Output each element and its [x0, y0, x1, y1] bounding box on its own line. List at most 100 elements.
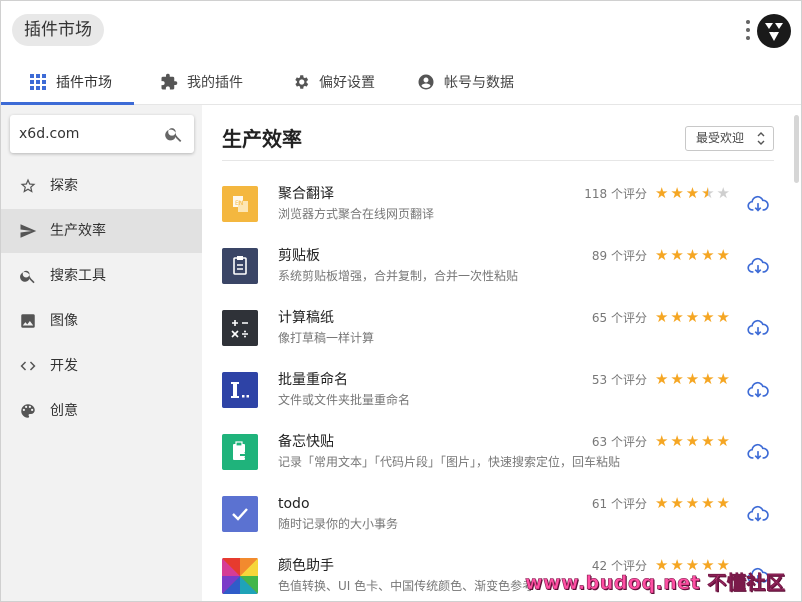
clipboard-icon	[222, 248, 258, 284]
sidebar-item-label: 开发	[50, 358, 78, 374]
plugin-description: 浏览器方式聚合在线网页翻译	[278, 207, 435, 221]
chevron-up-down-icon	[757, 132, 765, 145]
download-cloud-icon[interactable]	[747, 193, 769, 215]
rating-count: 118 个评分	[584, 187, 647, 201]
download-cloud-icon[interactable]	[747, 441, 769, 463]
rating-stars: ★ ★ ★ ★ ★	[654, 309, 732, 325]
search-input[interactable]	[19, 115, 159, 153]
tab-account-data[interactable]: 帐号与数据	[417, 59, 514, 105]
plugin-name: todo	[278, 496, 310, 512]
color-wheel-icon	[222, 558, 258, 594]
sidebar-item-label: 生产效率	[50, 223, 106, 239]
star-icon: ★	[670, 494, 684, 512]
tab-preferences[interactable]: 偏好设置	[292, 59, 375, 105]
star-icon: ★	[670, 184, 684, 202]
star-icon: ★	[654, 246, 669, 264]
tab-label: 插件市场	[56, 75, 112, 91]
star-icon: ★	[654, 370, 669, 388]
plugin-row[interactable]: EN 聚合翻译 浏览器方式聚合在线网页翻译 118 个评分 ★ ★ ★ ★ ★	[202, 182, 782, 244]
star-icon: ★	[654, 494, 669, 512]
header-bar: 插件市场	[1, 1, 801, 59]
plugin-name: 备忘快贴	[278, 434, 334, 450]
star-icon: ★	[701, 370, 715, 388]
app-title-chip: 插件市场	[12, 14, 104, 46]
star-icon: ★	[654, 308, 669, 326]
sort-select[interactable]: 最受欢迎	[685, 126, 774, 151]
plugin-row[interactable]: 批量重命名 文件或文件夹批量重命名 53 个评分 ★ ★ ★ ★ ★	[202, 368, 782, 430]
rating-count: 89 个评分	[591, 249, 647, 263]
rating-stars: ★ ★ ★ ★ ★	[654, 495, 732, 511]
star-icon: ★	[716, 246, 730, 264]
tab-label: 帐号与数据	[444, 75, 514, 91]
plugin-description: 像打草稿一样计算	[278, 331, 375, 345]
plugin-row[interactable]: 剪贴板 系统剪贴板增强，合并复制，合并一次性粘贴 89 个评分 ★ ★ ★ ★ ★	[202, 244, 782, 306]
star-icon: ★	[701, 494, 715, 512]
sort-selected-value: 最受欢迎	[696, 131, 745, 145]
download-cloud-icon[interactable]	[747, 317, 769, 339]
sidebar-item-label: 图像	[50, 313, 78, 329]
plugin-description: 文件或文件夹批量重命名	[278, 393, 411, 407]
translate-icon: EN	[222, 186, 258, 222]
rating-count: 65 个评分	[591, 311, 647, 325]
sidebar-item-creative[interactable]: 创意	[1, 389, 202, 433]
rating-count: 63 个评分	[591, 435, 647, 449]
sidebar-item-dev[interactable]: 开发	[1, 344, 202, 388]
star-icon: ★	[716, 370, 730, 388]
scrollbar[interactable]	[794, 115, 799, 183]
rename-icon	[222, 372, 258, 408]
download-cloud-icon[interactable]	[747, 255, 769, 277]
utools-logo-icon[interactable]	[756, 13, 792, 49]
plugin-row[interactable]: 计算稿纸 像打草稿一样计算 65 个评分 ★ ★ ★ ★ ★	[202, 306, 782, 368]
sidebar-item-search-tools[interactable]: 搜索工具	[1, 254, 202, 298]
plugin-description: 随时记录你的大小事务	[278, 517, 399, 531]
more-vertical-icon[interactable]	[741, 18, 755, 42]
plugin-description: 记录「常用文本」「代码片段」「图片」，快速搜索定位，回车粘贴	[278, 455, 621, 469]
memo-paste-icon	[222, 434, 258, 470]
download-cloud-icon[interactable]	[747, 379, 769, 401]
plugin-name: 颜色助手	[278, 558, 334, 574]
plugin-name: 批量重命名	[278, 372, 348, 388]
download-cloud-icon[interactable]	[747, 503, 769, 525]
sidebar-item-productivity[interactable]: 生产效率	[1, 209, 202, 253]
app-window: 插件市场 插件市场 我的插件 偏好设置 帐号与数据 x6d.com 探索 生产效…	[0, 0, 802, 602]
star-icon: ★	[685, 370, 700, 388]
plugin-name: 剪贴板	[278, 248, 320, 264]
rating-stars: ★ ★ ★ ★ ★	[654, 371, 732, 387]
star-icon: ★	[670, 370, 684, 388]
tab-plugin-market[interactable]: 插件市场	[29, 59, 112, 105]
plugin-description: 色值转换、UI 色卡、中国传统颜色、渐变色参考	[278, 579, 535, 593]
sidebar-item-label: 搜索工具	[50, 268, 106, 284]
star-icon: ★	[701, 246, 715, 264]
star-icon: ★	[701, 308, 715, 326]
star-icon: ★	[685, 246, 700, 264]
tab-bar: 插件市场 我的插件 偏好设置 帐号与数据	[1, 59, 801, 105]
page-title: 生产效率	[222, 127, 302, 151]
star-icon: ★	[685, 432, 700, 450]
search-icon	[20, 270, 35, 284]
star-icon: ★	[716, 308, 730, 326]
plugin-row[interactable]: todo 随时记录你的大小事务 61 个评分 ★ ★ ★ ★ ★	[202, 492, 782, 554]
tab-label: 我的插件	[187, 75, 243, 91]
rating-stars: ★ ★ ★ ★ ★	[654, 185, 732, 201]
search-icon[interactable]	[164, 124, 184, 144]
send-icon	[20, 224, 37, 238]
tab-my-plugins[interactable]: 我的插件	[160, 59, 243, 105]
svg-text:EN: EN	[235, 200, 243, 207]
star-icon: ★	[685, 184, 700, 202]
plugin-name: 计算稿纸	[278, 310, 334, 326]
tab-label: 偏好设置	[319, 75, 375, 91]
sidebar-item-explore[interactable]: 探索	[1, 164, 202, 208]
plugin-row[interactable]: 备忘快贴 记录「常用文本」「代码片段」「图片」，快速搜索定位，回车粘贴 63 个…	[202, 430, 782, 492]
image-icon	[21, 314, 35, 328]
account-icon	[417, 73, 435, 91]
plugin-description: 系统剪贴板增强，合并复制，合并一次性粘贴	[278, 269, 519, 283]
check-icon	[222, 496, 258, 532]
star-icon: ★	[670, 246, 684, 264]
star-icon: ★	[716, 494, 730, 512]
sidebar-item-image[interactable]: 图像	[1, 299, 202, 343]
divider	[222, 160, 774, 161]
rating-count: 61 个评分	[591, 497, 647, 511]
star-icon: ★	[716, 184, 730, 202]
puzzle-icon	[160, 73, 178, 91]
star-icon: ★	[670, 308, 684, 326]
